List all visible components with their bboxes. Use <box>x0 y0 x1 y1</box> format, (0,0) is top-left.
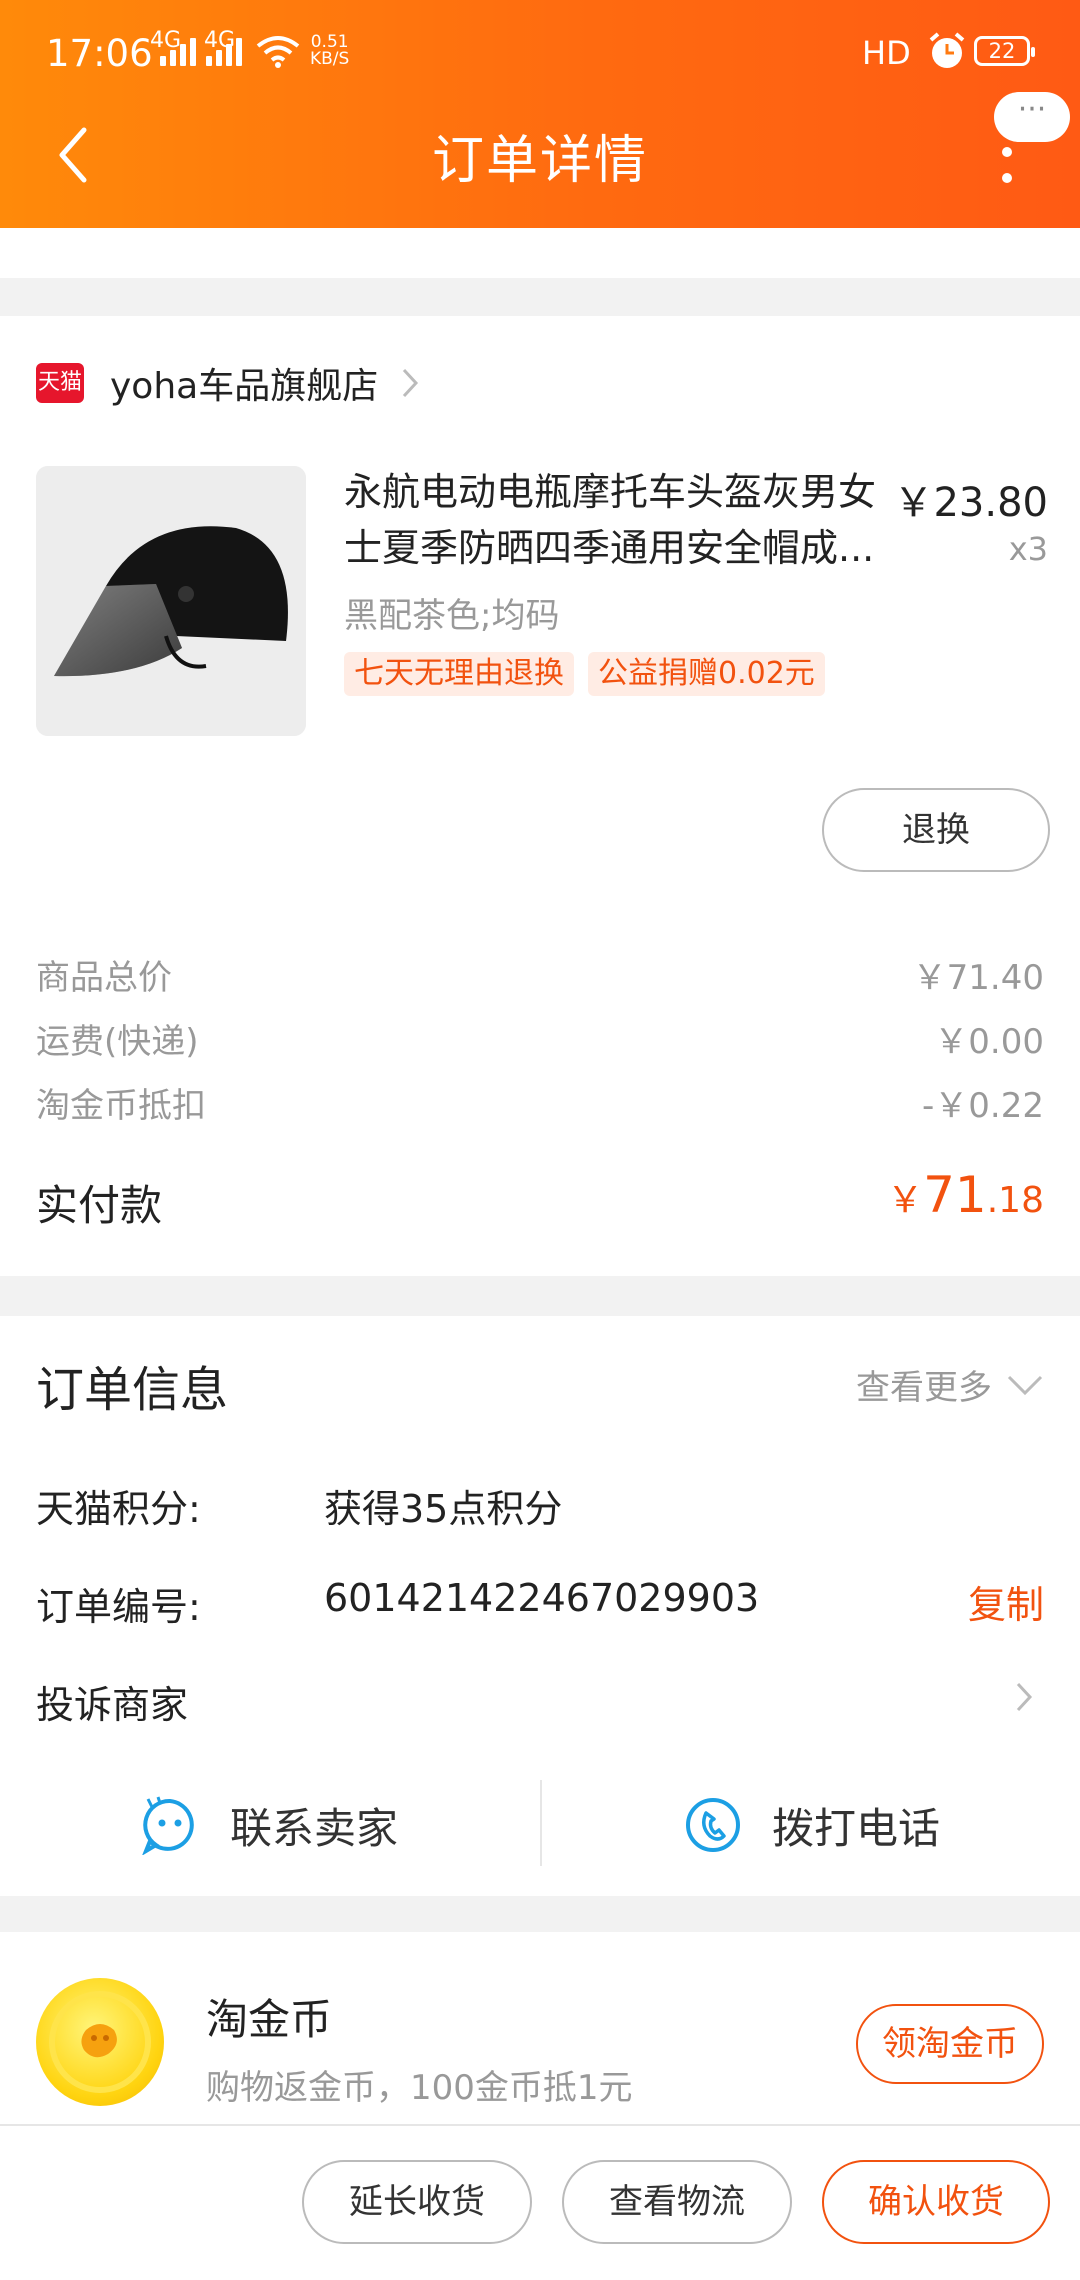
shop-row[interactable]: 天猫 yoha车品旗舰店 <box>36 360 420 407</box>
tmall-logo: 天猫 <box>36 363 84 403</box>
coin-subtitle: 购物返金币，100金币抵1元 <box>206 2068 633 2108</box>
more-menu-icon[interactable] <box>990 140 1024 190</box>
paid-decimal: .18 <box>986 1180 1044 1221</box>
phone-icon <box>686 1798 740 1852</box>
return-policy-tag: 七天无理由退换 <box>344 652 574 696</box>
hd-indicator: HD <box>862 34 911 72</box>
get-coins-button[interactable]: 领淘金币 <box>856 2004 1044 2084</box>
coin-title: 淘金币 <box>206 1995 333 2044</box>
points-value: 获得35点积分 <box>324 1487 563 1531</box>
page-title: 订单详情 <box>431 131 648 191</box>
contact-seller-button[interactable]: 联系卖家 <box>140 1790 398 1860</box>
paid-integer: 71 <box>923 1166 987 1224</box>
charity-tag: 公益捐赠0.02元 <box>588 652 825 696</box>
copy-button[interactable]: 复制 <box>968 1574 1044 1629</box>
status-time: 17:06 <box>46 32 153 75</box>
app-header: 17:06 4G 4G 0.51 KB/S HD 22 订单详情 ··· <box>0 0 1080 228</box>
points-label: 天猫积分: <box>36 1487 201 1531</box>
product-price: ￥23.80 <box>893 480 1048 526</box>
extend-receipt-button[interactable]: 延长收货 <box>302 2160 532 2244</box>
shipping-value: ￥0.00 <box>934 1022 1044 1062</box>
battery-icon: 22 <box>974 36 1035 66</box>
wifi-icon <box>256 36 300 68</box>
contact-seller-label: 联系卖家 <box>230 1803 399 1853</box>
chevron-right-icon <box>403 368 419 398</box>
status-bar: 17:06 4G 4G 0.51 KB/S HD 22 <box>0 0 1080 108</box>
product-spec: 黑配茶色;均码 <box>344 596 560 636</box>
message-bubble[interactable]: ··· <box>994 92 1070 142</box>
paid-currency: ￥ <box>887 1180 924 1221</box>
call-phone-button[interactable]: 拨打电话 <box>684 1790 940 1860</box>
helmet-image <box>36 466 306 736</box>
chevron-down-icon <box>1007 1375 1043 1395</box>
coin-deduct-value: -￥0.22 <box>922 1086 1044 1126</box>
order-number-label: 订单编号: <box>36 1585 201 1629</box>
exchange-button[interactable]: 退换 <box>822 788 1050 872</box>
view-logistics-button[interactable]: 查看物流 <box>562 2160 792 2244</box>
product-image[interactable] <box>36 466 306 736</box>
shop-name: yoha车品旗舰店 <box>110 366 379 407</box>
shipping-label: 运费(快递) <box>36 1022 199 1062</box>
paid-label: 实付款 <box>36 1181 163 1230</box>
order-number-value: 601421422467029903 <box>324 1576 760 1620</box>
product-title[interactable]: 永航电动电瓶摩托车头盔灰男女士夏季防晒四季通用安全帽成... <box>344 464 904 576</box>
paid-amount: ￥71.18 <box>887 1166 1044 1224</box>
network-speed: 0.51 KB/S <box>310 34 349 68</box>
subtotal-label: 商品总价 <box>36 958 172 998</box>
contact-divider <box>540 1780 542 1866</box>
header-spacer <box>0 228 1080 278</box>
coin-deduct-label: 淘金币抵扣 <box>36 1086 206 1126</box>
signal-icon <box>160 38 196 66</box>
signal-icon-2 <box>206 38 242 66</box>
subtotal-value: ￥71.40 <box>912 958 1044 998</box>
call-phone-label: 拨打电话 <box>772 1803 941 1853</box>
view-more-label: 查看更多 <box>856 1368 992 1408</box>
view-more-button[interactable]: 查看更多 <box>856 1360 1044 1409</box>
complain-label[interactable]: 投诉商家 <box>36 1674 188 1729</box>
network-speed-unit: KB/S <box>310 49 350 69</box>
product-quantity: x3 <box>1008 530 1048 568</box>
chat-icon <box>142 1796 194 1855</box>
alarm-icon <box>929 32 965 68</box>
confirm-receipt-button[interactable]: 确认收货 <box>822 2160 1050 2244</box>
complain-chevron-icon <box>1016 1682 1033 1712</box>
order-info-title: 订单信息 <box>36 1362 229 1418</box>
coin-icon <box>36 1978 164 2106</box>
